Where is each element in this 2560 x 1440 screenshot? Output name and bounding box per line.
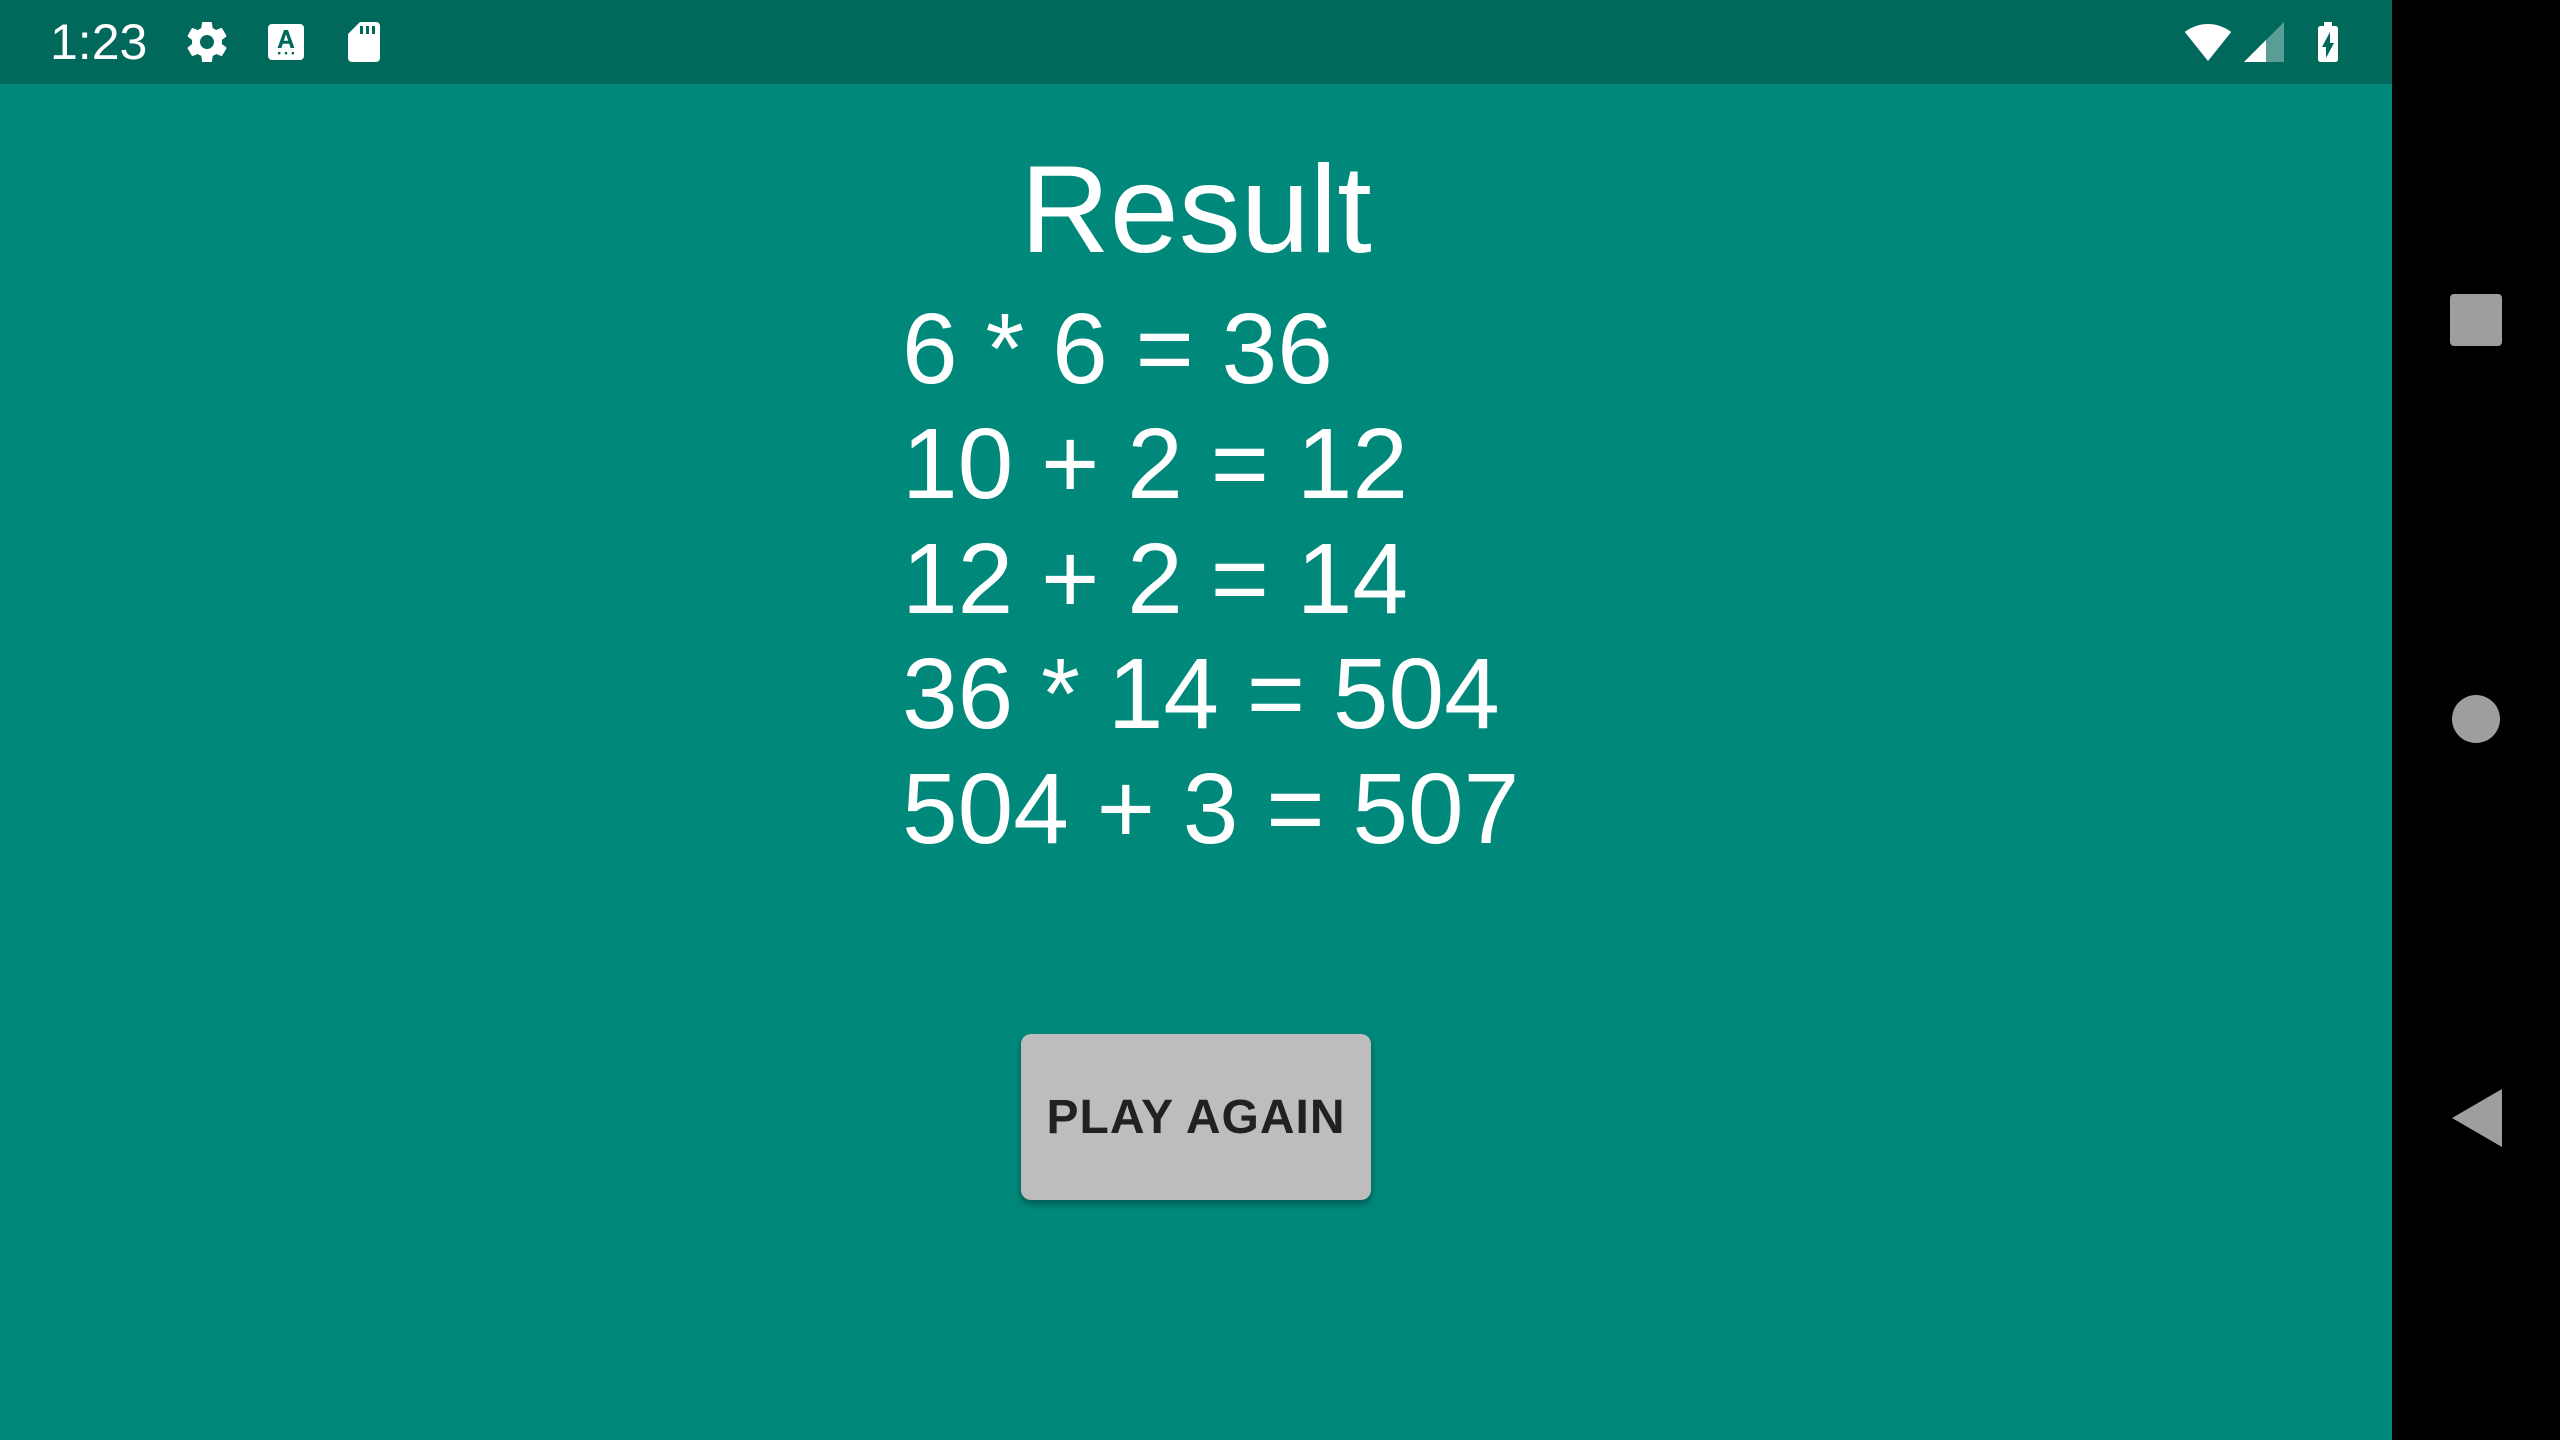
gear-icon <box>183 18 231 66</box>
navigation-bar <box>2392 0 2560 1440</box>
sd-card-icon <box>340 18 388 66</box>
wifi-icon <box>2184 18 2232 66</box>
result-line: 10 + 2 = 12 <box>902 408 1409 520</box>
page-title: Result <box>1020 141 1372 279</box>
back-triangle-icon[interactable] <box>2436 1078 2516 1158</box>
result-line: 36 * 14 = 504 <box>902 638 1500 750</box>
result-line: 504 + 3 = 507 <box>902 753 1520 865</box>
battery-charging-icon <box>2304 18 2352 66</box>
app-screen: 1:23 Result 6 * 6 = 36 10 + 2 = 12 12 + … <box>0 0 2392 1440</box>
status-bar: 1:23 <box>0 0 2392 84</box>
home-circle-icon[interactable] <box>2436 679 2516 759</box>
results-list: 6 * 6 = 36 10 + 2 = 12 12 + 2 = 14 36 * … <box>902 292 1519 867</box>
cell-signal-icon <box>2240 18 2288 66</box>
play-again-button[interactable]: PLAY AGAIN <box>1021 1034 1371 1200</box>
recents-square-icon[interactable] <box>2436 280 2516 360</box>
result-line: 12 + 2 = 14 <box>902 523 1409 635</box>
keyboard-a-icon <box>262 18 310 66</box>
status-time: 1:23 <box>50 14 148 70</box>
result-line: 6 * 6 = 36 <box>902 293 1333 405</box>
